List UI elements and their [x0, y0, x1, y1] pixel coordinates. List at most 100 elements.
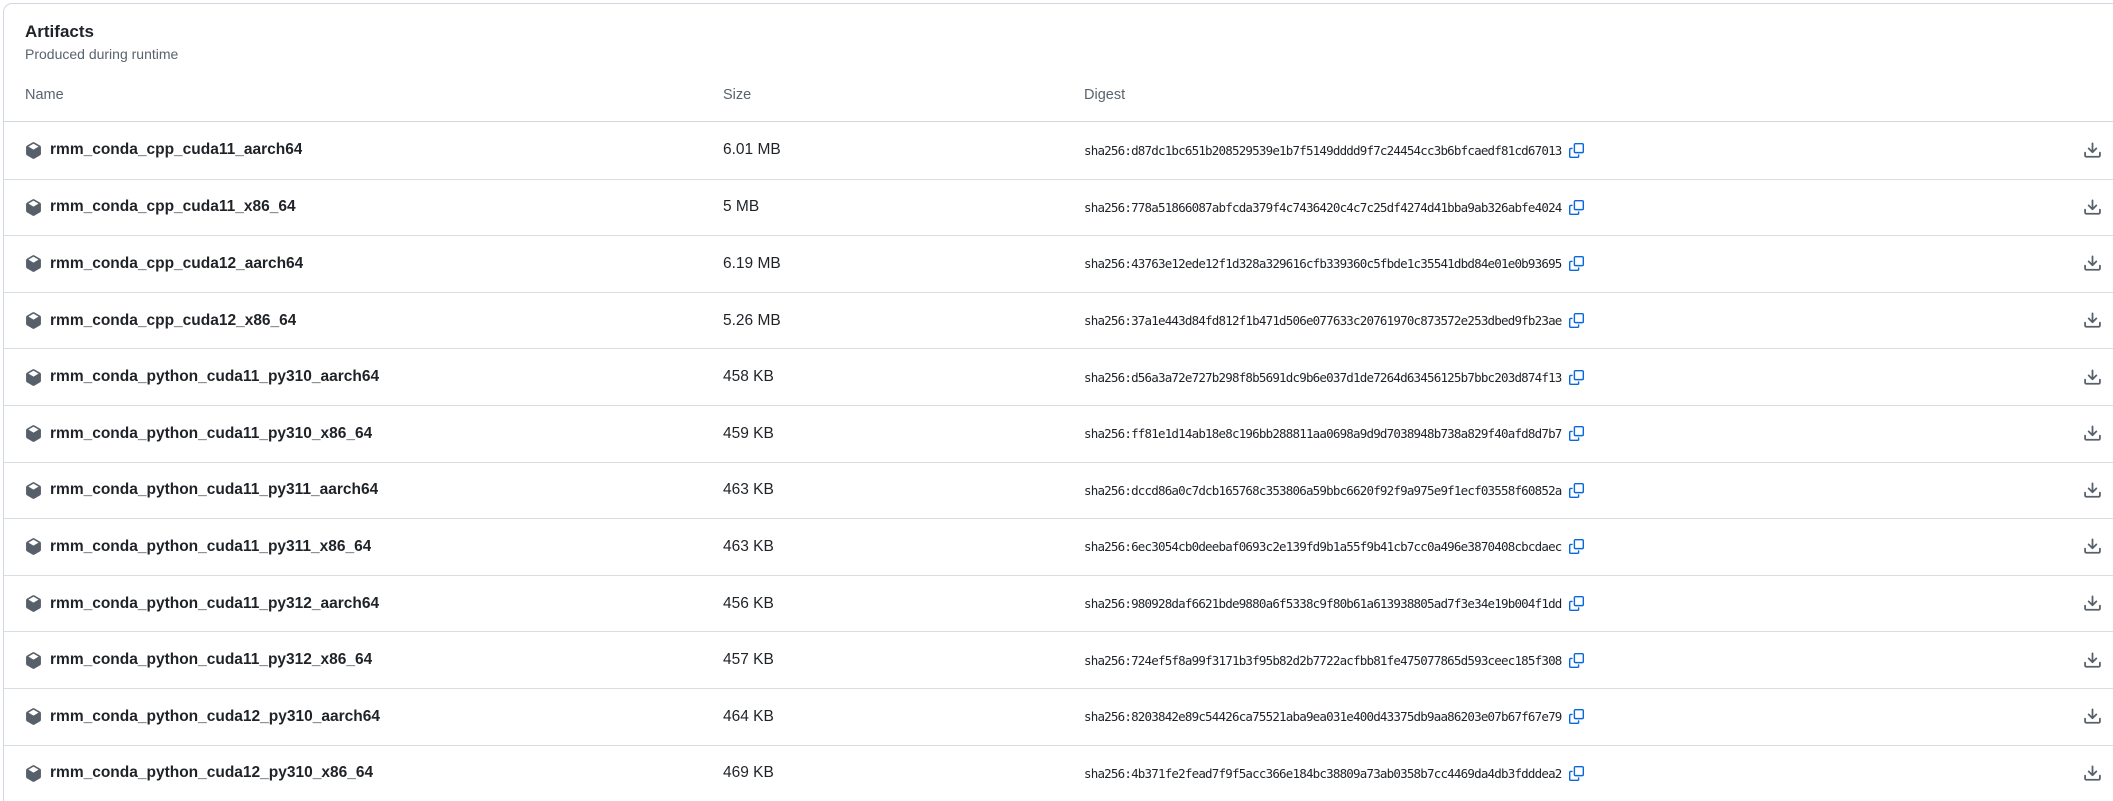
copy-icon	[1569, 143, 1584, 158]
download-icon	[2083, 537, 2102, 556]
download-artifact-button[interactable]	[2083, 141, 2102, 160]
download-icon	[2083, 764, 2102, 783]
artifact-actions-cell	[2062, 368, 2102, 387]
artifact-name: rmm_conda_python_cuda11_py310_x86_64	[50, 425, 372, 443]
download-artifact-button[interactable]	[2083, 311, 2102, 330]
copy-digest-button[interactable]	[1569, 313, 1584, 328]
package-icon	[25, 538, 42, 555]
column-header-actions	[2062, 85, 2102, 105]
artifact-row: rmm_conda_python_cuda11_py310_aarch64 45…	[4, 348, 2113, 405]
artifact-actions-cell	[2062, 707, 2102, 726]
copy-icon	[1569, 370, 1584, 385]
artifact-name-cell: rmm_conda_cpp_cuda11_x86_64	[25, 198, 723, 216]
copy-digest-button[interactable]	[1569, 709, 1584, 724]
package-icon	[25, 312, 42, 329]
artifact-digest-cell: sha256:ff81e1d14ab18e8c196bb288811aa0698…	[1084, 426, 2062, 441]
download-icon	[2083, 707, 2102, 726]
copy-digest-button[interactable]	[1569, 483, 1584, 498]
copy-digest-button[interactable]	[1569, 200, 1584, 215]
artifact-digest-cell: sha256:37a1e443d84fd812f1b471d506e077633…	[1084, 313, 2062, 328]
artifact-size: 6.19 MB	[723, 255, 1084, 273]
artifact-size: 456 KB	[723, 595, 1084, 613]
artifact-actions-cell	[2062, 198, 2102, 217]
copy-digest-button[interactable]	[1569, 426, 1584, 441]
artifact-row: rmm_conda_python_cuda11_py311_aarch64 46…	[4, 462, 2113, 519]
artifact-actions-cell	[2062, 764, 2102, 783]
copy-digest-button[interactable]	[1569, 539, 1584, 554]
artifact-name-cell: rmm_conda_python_cuda11_py311_aarch64	[25, 481, 723, 499]
package-icon	[25, 765, 42, 782]
artifact-name: rmm_conda_python_cuda11_py311_aarch64	[50, 481, 378, 499]
artifact-row: rmm_conda_python_cuda12_py310_aarch64 46…	[4, 688, 2113, 745]
artifact-row: rmm_conda_python_cuda11_py311_x86_64 463…	[4, 518, 2113, 575]
copy-icon	[1569, 256, 1584, 271]
column-header-name: Name	[25, 85, 723, 105]
artifact-digest-cell: sha256:dccd86a0c7dcb165768c353806a59bbc6…	[1084, 483, 2062, 498]
package-icon	[25, 482, 42, 499]
artifact-size: 463 KB	[723, 538, 1084, 556]
artifact-name: rmm_conda_python_cuda11_py311_x86_64	[50, 538, 371, 556]
package-icon	[25, 652, 42, 669]
artifact-list: rmm_conda_cpp_cuda11_aarch64 6.01 MB sha…	[4, 122, 2113, 801]
download-icon	[2083, 651, 2102, 670]
download-artifact-button[interactable]	[2083, 537, 2102, 556]
package-icon	[25, 142, 42, 159]
column-headers: Name Size Digest	[25, 85, 2102, 105]
artifact-name: rmm_conda_python_cuda12_py310_x86_64	[50, 764, 373, 782]
package-icon	[25, 425, 42, 442]
download-artifact-button[interactable]	[2083, 707, 2102, 726]
panel-title: Artifacts	[25, 21, 2102, 43]
artifact-row: rmm_conda_python_cuda11_py312_x86_64 457…	[4, 631, 2113, 688]
download-artifact-button[interactable]	[2083, 651, 2102, 670]
download-artifact-button[interactable]	[2083, 594, 2102, 613]
download-artifact-button[interactable]	[2083, 481, 2102, 500]
copy-digest-button[interactable]	[1569, 143, 1584, 158]
artifact-name-cell: rmm_conda_python_cuda12_py310_x86_64	[25, 764, 723, 782]
artifact-digest-cell: sha256:43763e12ede12f1d328a329616cfb3393…	[1084, 256, 2062, 271]
copy-digest-button[interactable]	[1569, 653, 1584, 668]
artifact-size: 6.01 MB	[723, 141, 1084, 159]
copy-icon	[1569, 426, 1584, 441]
artifact-name-cell: rmm_conda_python_cuda11_py310_x86_64	[25, 425, 723, 443]
copy-digest-button[interactable]	[1569, 596, 1584, 611]
download-icon	[2083, 481, 2102, 500]
download-artifact-button[interactable]	[2083, 198, 2102, 217]
download-artifact-button[interactable]	[2083, 368, 2102, 387]
download-artifact-button[interactable]	[2083, 764, 2102, 783]
artifact-size: 459 KB	[723, 425, 1084, 443]
artifacts-panel: Artifacts Produced during runtime Name S…	[3, 3, 2113, 801]
artifact-digest-cell: sha256:d56a3a72e727b298f8b5691dc9b6e037d…	[1084, 370, 2062, 385]
artifact-actions-cell	[2062, 424, 2102, 443]
artifact-digest: sha256:37a1e443d84fd812f1b471d506e077633…	[1084, 313, 1562, 328]
column-header-digest: Digest	[1084, 85, 2062, 105]
copy-digest-button[interactable]	[1569, 370, 1584, 385]
artifact-actions-cell	[2062, 651, 2102, 670]
artifact-size: 458 KB	[723, 368, 1084, 386]
copy-icon	[1569, 709, 1584, 724]
artifact-actions-cell	[2062, 481, 2102, 500]
download-icon	[2083, 141, 2102, 160]
artifact-digest: sha256:980928daf6621bde9880a6f5338c9f80b…	[1084, 596, 1562, 611]
artifact-actions-cell	[2062, 311, 2102, 330]
artifact-actions-cell	[2062, 594, 2102, 613]
copy-digest-button[interactable]	[1569, 766, 1584, 781]
artifact-digest-cell: sha256:724ef5f8a99f3171b3f95b82d2b7722ac…	[1084, 653, 2062, 668]
artifact-name: rmm_conda_cpp_cuda12_aarch64	[50, 255, 303, 273]
artifact-actions-cell	[2062, 537, 2102, 556]
artifact-row: rmm_conda_cpp_cuda12_aarch64 6.19 MB sha…	[4, 235, 2113, 292]
download-artifact-button[interactable]	[2083, 424, 2102, 443]
artifact-row: rmm_conda_python_cuda11_py312_aarch64 45…	[4, 575, 2113, 632]
artifact-digest-cell: sha256:778a51866087abfcda379f4c7436420c4…	[1084, 200, 2062, 215]
download-icon	[2083, 311, 2102, 330]
artifact-name-cell: rmm_conda_python_cuda12_py310_aarch64	[25, 708, 723, 726]
artifact-digest: sha256:8203842e89c54426ca75521aba9ea031e…	[1084, 709, 1562, 724]
copy-icon	[1569, 596, 1584, 611]
artifact-name-cell: rmm_conda_python_cuda11_py312_x86_64	[25, 651, 723, 669]
artifact-name: rmm_conda_python_cuda12_py310_aarch64	[50, 708, 380, 726]
copy-digest-button[interactable]	[1569, 256, 1584, 271]
artifact-row: rmm_conda_cpp_cuda12_x86_64 5.26 MB sha2…	[4, 292, 2113, 349]
artifact-name-cell: rmm_conda_cpp_cuda12_aarch64	[25, 255, 723, 273]
download-icon	[2083, 254, 2102, 273]
download-artifact-button[interactable]	[2083, 254, 2102, 273]
package-icon	[25, 708, 42, 725]
